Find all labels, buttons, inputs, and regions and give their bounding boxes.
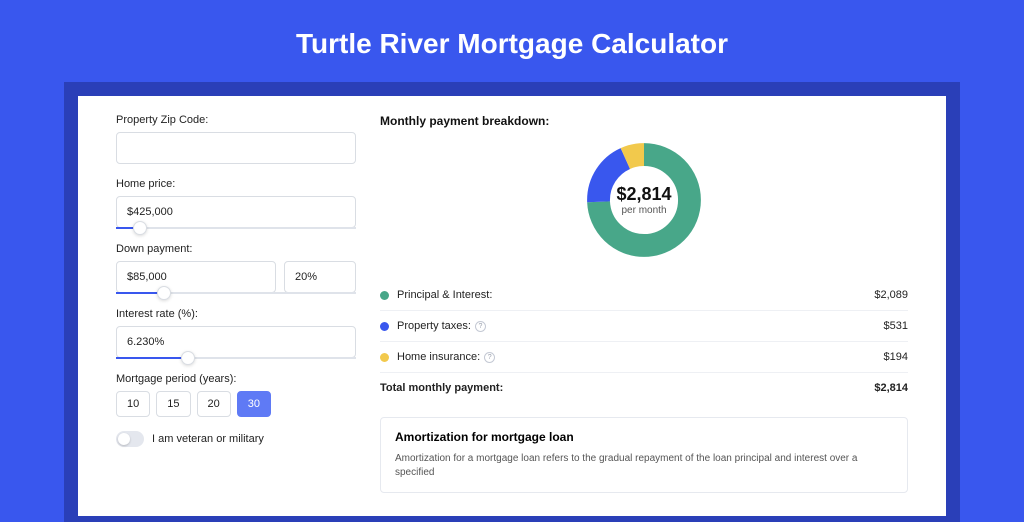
amortization-card: Amortization for mortgage loan Amortizat… <box>380 417 908 493</box>
info-icon[interactable]: ? <box>484 352 495 363</box>
legend-total-label: Total monthly payment: <box>380 382 874 394</box>
period-buttons: 1015 2030 <box>116 391 356 417</box>
home-price-label: Home price: <box>116 178 356 190</box>
legend-total-value: $2,814 <box>874 382 908 394</box>
legend-row: Principal & Interest:$2,089 <box>380 280 908 311</box>
donut-chart: $2,814 per month <box>584 140 704 260</box>
down-payment-field: Down payment: <box>116 243 356 294</box>
amortization-text: Amortization for a mortgage loan refers … <box>395 452 893 480</box>
slider-thumb[interactable] <box>133 221 147 235</box>
zip-field: Property Zip Code: <box>116 114 356 164</box>
down-payment-pct-input[interactable] <box>284 261 356 293</box>
slider-thumb[interactable] <box>157 286 171 300</box>
legend: Principal & Interest:$2,089Property taxe… <box>380 280 908 403</box>
down-payment-label: Down payment: <box>116 243 356 255</box>
period-label: Mortgage period (years): <box>116 373 356 385</box>
period-button-10[interactable]: 10 <box>116 391 150 417</box>
legend-total-row: Total monthly payment:$2,814 <box>380 373 908 403</box>
legend-dot <box>380 291 389 300</box>
breakdown-column: Monthly payment breakdown: $2,814 per mo… <box>380 114 908 516</box>
period-button-15[interactable]: 15 <box>156 391 190 417</box>
interest-input[interactable] <box>116 326 356 358</box>
legend-value: $194 <box>884 351 908 363</box>
down-payment-slider[interactable] <box>116 292 356 294</box>
panel-shadow: Property Zip Code: Home price: Down paym… <box>64 82 960 522</box>
home-price-input[interactable] <box>116 196 356 228</box>
legend-label: Principal & Interest: <box>397 289 874 301</box>
veteran-toggle[interactable] <box>116 431 144 447</box>
donut-value: $2,814 <box>616 184 671 205</box>
period-button-20[interactable]: 20 <box>197 391 231 417</box>
home-price-slider[interactable] <box>116 227 356 229</box>
legend-row: Home insurance: ?$194 <box>380 342 908 373</box>
donut-chart-wrap: $2,814 per month <box>380 140 908 260</box>
interest-slider[interactable] <box>116 357 356 359</box>
interest-label: Interest rate (%): <box>116 308 356 320</box>
calculator-panel: Property Zip Code: Home price: Down paym… <box>78 96 946 516</box>
legend-label: Property taxes: ? <box>397 320 884 332</box>
legend-value: $2,089 <box>874 289 908 301</box>
breakdown-title: Monthly payment breakdown: <box>380 114 908 128</box>
zip-label: Property Zip Code: <box>116 114 356 126</box>
page-title: Turtle River Mortgage Calculator <box>0 0 1024 82</box>
home-price-field: Home price: <box>116 178 356 229</box>
veteran-label: I am veteran or military <box>152 433 264 445</box>
form-column: Property Zip Code: Home price: Down paym… <box>116 114 356 516</box>
info-icon[interactable]: ? <box>475 321 486 332</box>
donut-center: $2,814 per month <box>584 140 704 260</box>
period-field: Mortgage period (years): 1015 2030 <box>116 373 356 417</box>
amortization-title: Amortization for mortgage loan <box>395 430 893 444</box>
veteran-row: I am veteran or military <box>116 431 356 447</box>
legend-value: $531 <box>884 320 908 332</box>
zip-input[interactable] <box>116 132 356 164</box>
donut-sub: per month <box>621 205 666 216</box>
period-button-30[interactable]: 30 <box>237 391 271 417</box>
legend-dot <box>380 322 389 331</box>
interest-field: Interest rate (%): <box>116 308 356 359</box>
legend-label: Home insurance: ? <box>397 351 884 363</box>
legend-row: Property taxes: ?$531 <box>380 311 908 342</box>
slider-thumb[interactable] <box>181 351 195 365</box>
legend-dot <box>380 353 389 362</box>
down-payment-input[interactable] <box>116 261 276 293</box>
